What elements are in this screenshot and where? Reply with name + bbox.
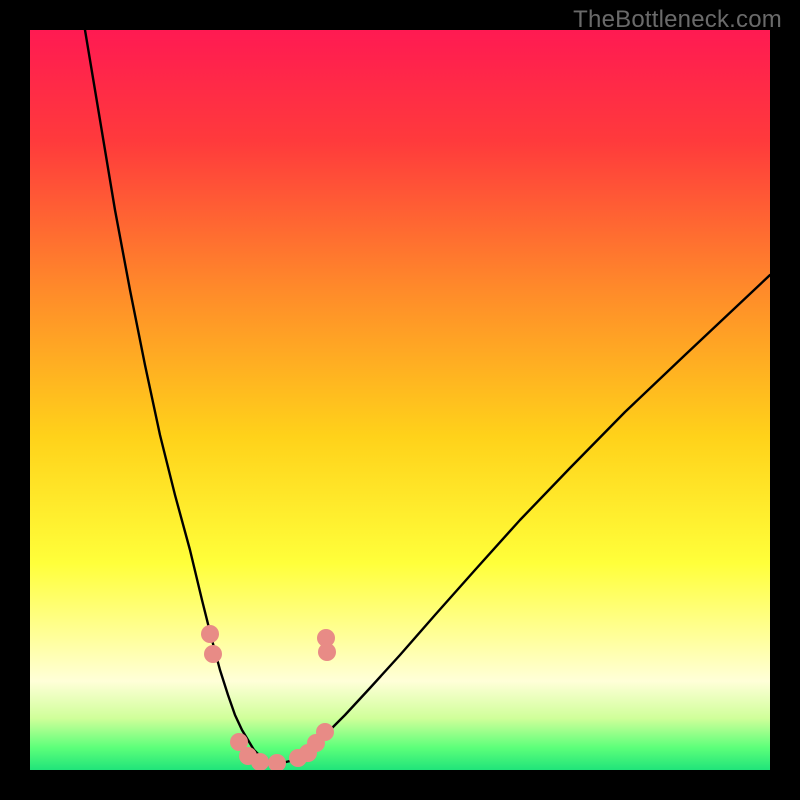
outer-frame: TheBottleneck.com	[0, 0, 800, 800]
chart-canvas	[30, 30, 770, 770]
curve-marker	[318, 643, 336, 661]
curve-marker	[316, 723, 334, 741]
chart-svg	[30, 30, 770, 770]
gradient-background	[30, 30, 770, 770]
curve-marker	[201, 625, 219, 643]
curve-marker	[204, 645, 222, 663]
